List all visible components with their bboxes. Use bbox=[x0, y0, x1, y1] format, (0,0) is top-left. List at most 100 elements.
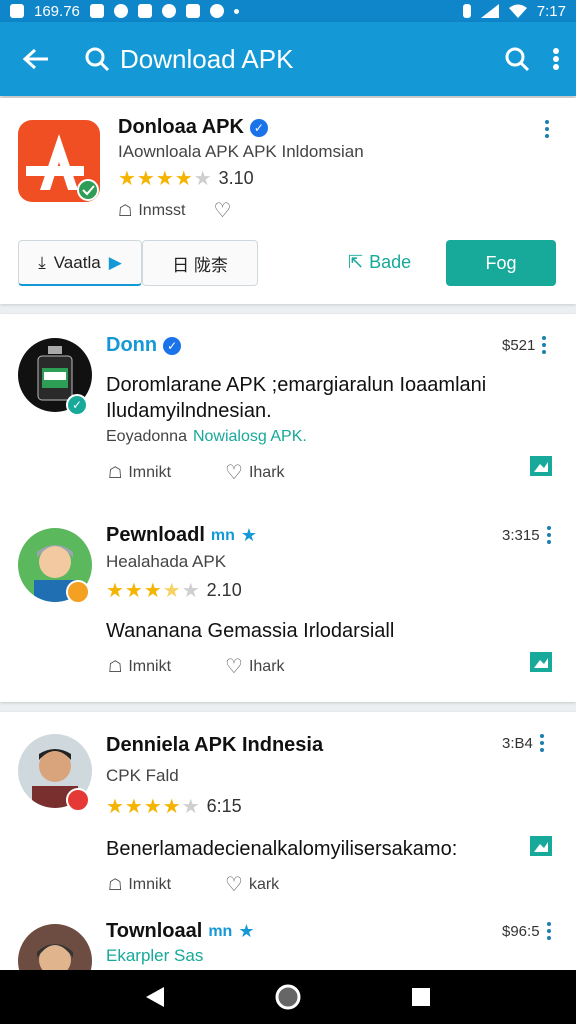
post-description: Doromlarane APK ;emargiaralun Ioaamlani … bbox=[106, 374, 487, 422]
sync-icon bbox=[161, 4, 176, 18]
download-image-button[interactable] bbox=[528, 648, 554, 679]
post-subtitle: Healahada APK bbox=[106, 552, 227, 571]
logo-a-icon bbox=[26, 134, 99, 201]
status-bar: 169.76 7:17 bbox=[0, 0, 576, 22]
share-label: Bade bbox=[369, 252, 412, 272]
rating-stars: ★★★★★ bbox=[106, 796, 201, 818]
post-more-button[interactable] bbox=[541, 336, 547, 354]
more-notifications-icon bbox=[233, 8, 239, 14]
featured-title: Donloaa APK bbox=[118, 116, 244, 138]
nav-home-icon[interactable] bbox=[274, 983, 302, 1011]
badge-icon bbox=[66, 580, 90, 604]
app-icon bbox=[113, 4, 128, 18]
rating-value: 2.10 bbox=[206, 580, 242, 600]
download-icon: ⤓ bbox=[38, 252, 46, 272]
verified-badge-icon: ✓ bbox=[66, 394, 88, 416]
tab-button-2-label: 日 陇柰 bbox=[172, 255, 228, 275]
post-footer-link[interactable]: Nowialosg APK. bbox=[193, 428, 307, 446]
post-description: Benerlamadecienalkalomyilisersakamo: bbox=[106, 838, 458, 860]
play-icon: ▶ bbox=[108, 252, 122, 272]
post-description: Wananana Gemassia Irlodarsiall bbox=[106, 620, 395, 642]
post-title: Denniela APK Indnesia bbox=[106, 734, 324, 756]
rating-value: 3.10 bbox=[218, 168, 254, 188]
like-label: Ihark bbox=[248, 463, 285, 481]
rating-stars: ★★★★★ bbox=[118, 168, 213, 190]
primary-action-button[interactable]: Fog bbox=[446, 240, 556, 286]
post-title: Pewnloadl bbox=[106, 524, 205, 546]
image-download-icon bbox=[530, 456, 552, 476]
star-badge-icon: ★ bbox=[238, 921, 255, 941]
comment-label: Imnikt bbox=[128, 657, 172, 675]
search-action-icon[interactable] bbox=[504, 46, 530, 72]
post-time: 3:B4 bbox=[502, 734, 533, 752]
battery-saver-icon bbox=[462, 4, 471, 18]
comment-icon[interactable]: ☖ bbox=[108, 463, 122, 483]
nav-recents-icon[interactable] bbox=[410, 986, 432, 1008]
app-bar: Download APK bbox=[0, 22, 576, 96]
share-button[interactable]: ⇱ Bade bbox=[348, 252, 411, 273]
nav-back-icon[interactable] bbox=[144, 985, 166, 1009]
post-time: 3:315 bbox=[502, 526, 540, 544]
heart-icon[interactable]: ♡ bbox=[225, 460, 243, 485]
post-more-button[interactable] bbox=[539, 734, 545, 752]
heart-icon[interactable]: ♡ bbox=[225, 654, 243, 679]
status-left-text: 169.76 bbox=[34, 2, 80, 20]
post-title: Townloaal bbox=[106, 920, 203, 942]
post-footer-prefix: Eoyadonna bbox=[106, 428, 187, 445]
gallery-icon bbox=[10, 4, 24, 18]
post-subtitle: CPK Fald bbox=[106, 766, 179, 785]
post-subtitle: Ekarpler Sas bbox=[106, 946, 204, 965]
comment-label: Imnikt bbox=[128, 875, 172, 893]
featured-more-button[interactable] bbox=[544, 120, 550, 138]
verified-icon: ✓ bbox=[249, 118, 268, 137]
heart-icon[interactable]: ♡ bbox=[213, 198, 231, 223]
post-more-button[interactable] bbox=[546, 922, 552, 940]
comment-icon[interactable]: ☖ bbox=[108, 657, 122, 677]
featured-subtitle: IAownloala APK APK Inldomsian bbox=[118, 142, 364, 161]
primary-action-label: Fog bbox=[485, 252, 517, 273]
badge-icon bbox=[66, 788, 90, 812]
message-icon bbox=[137, 4, 152, 18]
share-icon: ⇱ bbox=[348, 252, 364, 272]
posts-card-2: Denniela APK Indnesia 3:B4 CPK Fald ★★★★… bbox=[0, 712, 576, 998]
post-title-suffix: mn bbox=[210, 526, 235, 544]
overflow-menu-icon[interactable] bbox=[552, 47, 560, 71]
comment-label: Imnikt bbox=[128, 463, 172, 481]
back-button[interactable] bbox=[16, 39, 56, 79]
featured-app-card[interactable]: Donloaa APK ✓ IAownloala APK APK Inldoms… bbox=[0, 98, 576, 304]
featured-meta-label: Inmsst bbox=[138, 201, 186, 219]
post-time: $521 bbox=[502, 336, 536, 354]
image-download-icon bbox=[530, 652, 552, 672]
post-title-suffix: mn bbox=[208, 922, 233, 940]
tab-button-1-label: Vaatla bbox=[53, 252, 101, 272]
comment-icon[interactable]: ☖ bbox=[108, 875, 122, 895]
heart-icon[interactable]: ♡ bbox=[225, 872, 243, 897]
post-time: $96:5 bbox=[502, 922, 540, 940]
signal-icon bbox=[480, 4, 499, 18]
tab-button-2[interactable]: 日 陇柰 bbox=[142, 240, 258, 286]
verified-icon: ✓ bbox=[163, 336, 182, 355]
tab-button-1[interactable]: ⤓ Vaatla ▶ bbox=[18, 240, 142, 286]
page-title: Download APK bbox=[120, 43, 294, 74]
shield-icon bbox=[185, 4, 200, 18]
download-image-button[interactable] bbox=[528, 832, 554, 863]
post-more-button[interactable] bbox=[546, 526, 552, 544]
post-title: Donn bbox=[106, 334, 158, 356]
install-icon: ☖ bbox=[118, 202, 133, 220]
search-field[interactable]: Download APK bbox=[84, 44, 293, 75]
search-icon bbox=[85, 47, 110, 72]
notification-icon bbox=[89, 4, 104, 18]
status-clock: 7:17 bbox=[536, 2, 566, 20]
like-label: kark bbox=[248, 875, 280, 893]
posts-card-1: ✓ Donn ✓ $521 Doromlarane APK ;emargiara… bbox=[0, 314, 576, 702]
rating-value: 6:15 bbox=[206, 796, 242, 816]
like-label: Ihark bbox=[248, 657, 285, 675]
back-arrow-icon bbox=[23, 48, 48, 70]
wifi-icon bbox=[508, 4, 527, 18]
star-badge-icon: ★ bbox=[240, 525, 258, 545]
download-image-button[interactable] bbox=[528, 452, 554, 483]
image-download-icon bbox=[530, 836, 552, 856]
system-nav-bar bbox=[0, 970, 576, 1024]
app-logo bbox=[18, 120, 100, 202]
rating-stars: ★★★★★ bbox=[106, 580, 201, 602]
